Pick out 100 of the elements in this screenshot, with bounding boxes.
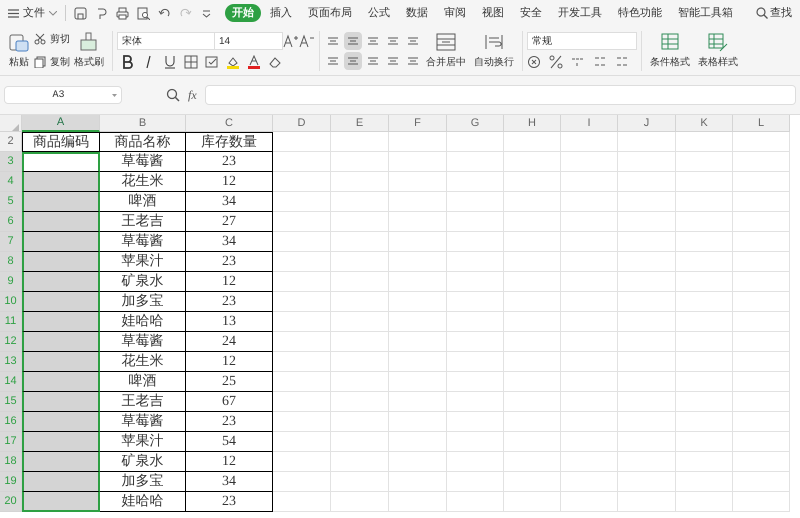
select-all-triangle-icon[interactable]	[12, 124, 19, 131]
paste-button[interactable]: 粘贴	[4, 32, 34, 70]
empty-cell[interactable]	[273, 132, 331, 152]
empty-cell[interactable]	[389, 252, 447, 272]
empty-cell[interactable]	[561, 312, 618, 332]
empty-cell[interactable]	[733, 452, 790, 472]
border-icon[interactable]	[184, 55, 198, 69]
empty-cell[interactable]	[504, 492, 561, 512]
empty-cell[interactable]	[733, 332, 790, 352]
empty-cell[interactable]	[504, 132, 561, 152]
tab[interactable]: 审阅	[437, 4, 473, 22]
empty-cell[interactable]	[331, 252, 389, 272]
empty-cell[interactable]	[676, 132, 733, 152]
empty-cell[interactable]	[504, 232, 561, 252]
empty-cell[interactable]	[447, 472, 504, 492]
empty-cell[interactable]	[273, 192, 331, 212]
empty-cell[interactable]	[504, 452, 561, 472]
empty-cell[interactable]	[447, 252, 504, 272]
empty-cell[interactable]	[273, 332, 331, 352]
empty-cell[interactable]	[733, 192, 790, 212]
empty-cell[interactable]	[618, 152, 676, 172]
empty-cell[interactable]	[676, 432, 733, 452]
empty-cell[interactable]	[733, 152, 790, 172]
copy-button[interactable]: 复制	[34, 54, 70, 70]
empty-cell[interactable]	[618, 312, 676, 332]
empty-cell[interactable]	[504, 192, 561, 212]
file-menu[interactable]: 文件	[8, 4, 57, 22]
column-header[interactable]: F	[389, 115, 447, 132]
empty-cell[interactable]	[273, 472, 331, 492]
increase-font-icon[interactable]	[283, 34, 299, 48]
search-button[interactable]: 查找	[756, 4, 792, 22]
empty-cell[interactable]	[447, 432, 504, 452]
empty-cell[interactable]	[733, 352, 790, 372]
empty-cell[interactable]	[561, 412, 618, 432]
decrease-font-icon[interactable]	[299, 34, 315, 48]
empty-cell[interactable]	[447, 292, 504, 312]
empty-cell[interactable]	[733, 172, 790, 192]
empty-cell[interactable]	[273, 492, 331, 512]
empty-cell[interactable]	[733, 432, 790, 452]
tab[interactable]: 数据	[399, 4, 435, 22]
empty-cell[interactable]	[618, 292, 676, 312]
empty-cell[interactable]	[618, 252, 676, 272]
empty-cell[interactable]	[447, 332, 504, 352]
column-header[interactable]: J	[618, 115, 676, 132]
row-header[interactable]: 2	[0, 132, 22, 152]
empty-cell[interactable]	[504, 152, 561, 172]
empty-cell[interactable]	[676, 292, 733, 312]
empty-cell[interactable]	[273, 232, 331, 252]
empty-cell[interactable]	[561, 432, 618, 452]
empty-cell[interactable]	[389, 272, 447, 292]
empty-cell[interactable]	[331, 272, 389, 292]
empty-cell[interactable]	[447, 452, 504, 472]
empty-cell[interactable]	[733, 132, 790, 152]
empty-cell[interactable]	[273, 432, 331, 452]
empty-cell[interactable]	[331, 192, 389, 212]
empty-cell[interactable]	[676, 492, 733, 512]
empty-cell[interactable]	[389, 352, 447, 372]
empty-cell[interactable]	[331, 232, 389, 252]
empty-cell[interactable]	[618, 132, 676, 152]
empty-cell[interactable]	[331, 372, 389, 392]
empty-cell[interactable]	[273, 412, 331, 432]
empty-cell[interactable]	[447, 212, 504, 232]
empty-cell[interactable]	[504, 392, 561, 412]
empty-cell[interactable]	[618, 212, 676, 232]
empty-cell[interactable]	[389, 372, 447, 392]
empty-cell[interactable]	[447, 352, 504, 372]
font-field[interactable]: 宋体	[117, 32, 215, 50]
column-header[interactable]: K	[676, 115, 733, 132]
underline-icon[interactable]	[163, 55, 177, 69]
empty-cell[interactable]	[447, 232, 504, 252]
empty-cell[interactable]	[618, 412, 676, 432]
empty-cell[interactable]	[273, 372, 331, 392]
empty-cell[interactable]	[389, 132, 447, 152]
empty-cell[interactable]	[389, 392, 447, 412]
bold-icon[interactable]	[121, 55, 135, 69]
empty-cell[interactable]	[331, 332, 389, 352]
empty-cell[interactable]	[561, 132, 618, 152]
empty-cell[interactable]	[447, 152, 504, 172]
empty-cell[interactable]	[273, 312, 331, 332]
align-button[interactable]	[344, 52, 362, 70]
empty-cell[interactable]	[733, 312, 790, 332]
empty-cell[interactable]	[676, 452, 733, 472]
empty-cell[interactable]	[389, 292, 447, 312]
empty-cell[interactable]	[504, 472, 561, 492]
empty-cell[interactable]	[561, 212, 618, 232]
empty-cell[interactable]	[618, 332, 676, 352]
tab[interactable]: 开始	[225, 4, 261, 22]
number-format-field[interactable]: 常规	[527, 32, 637, 50]
empty-cell[interactable]	[389, 412, 447, 432]
percent-icon[interactable]	[549, 55, 563, 69]
empty-cell[interactable]	[447, 412, 504, 432]
empty-cell[interactable]	[676, 212, 733, 232]
empty-cell[interactable]	[331, 352, 389, 372]
empty-cell[interactable]	[676, 312, 733, 332]
format-painter-button[interactable]: 格式刷	[70, 32, 108, 70]
tab[interactable]: 安全	[513, 4, 549, 22]
empty-cell[interactable]	[618, 392, 676, 412]
tab[interactable]: 智能工具箱	[671, 4, 740, 22]
tab[interactable]: 页面布局	[301, 4, 359, 22]
empty-cell[interactable]	[733, 492, 790, 512]
